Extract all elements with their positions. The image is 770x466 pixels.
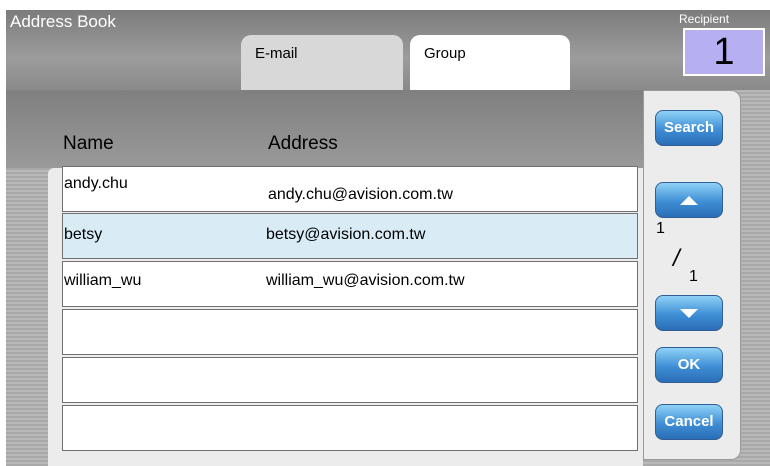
row-address: william_wu@avision.com.tw [266, 272, 465, 289]
header-bar: Address Book E-mail Group [6, 10, 770, 90]
row-address: betsy@avision.com.tw [266, 226, 426, 243]
page-separator: / [673, 245, 680, 272]
list-row[interactable] [62, 357, 638, 403]
row-address: andy.chu@avision.com.tw [268, 186, 453, 203]
arrow-up-icon [680, 195, 698, 205]
row-name: betsy [64, 226, 103, 243]
list-row[interactable]: betsy betsy@avision.com.tw [62, 213, 638, 259]
column-header-band [6, 90, 643, 168]
row-name: william_wu [64, 272, 142, 289]
tab-group[interactable]: Group [410, 35, 570, 90]
tab-email[interactable]: E-mail [241, 35, 403, 90]
column-header-address: Address [268, 133, 338, 154]
cancel-button[interactable]: Cancel [655, 404, 723, 440]
app-title: Address Book [10, 12, 116, 31]
total-pages: 1 [689, 268, 698, 285]
arrow-down-icon [680, 308, 698, 318]
list-row[interactable] [62, 405, 638, 451]
page-up-button[interactable] [655, 182, 723, 218]
recipient-label: Recipient [679, 12, 730, 26]
list-row[interactable]: andy.chu andy.chu@avision.com.tw [62, 166, 638, 212]
current-page: 1 [656, 220, 665, 237]
ok-button[interactable]: OK [655, 347, 723, 383]
recipient-count: 1 [683, 28, 765, 76]
list-row[interactable] [62, 309, 638, 355]
list-row[interactable]: william_wu william_wu@avision.com.tw [62, 261, 638, 307]
column-header-name: Name [63, 133, 114, 154]
page-down-button[interactable] [655, 295, 723, 331]
row-name: andy.chu [64, 175, 128, 192]
search-button[interactable]: Search [655, 110, 723, 146]
